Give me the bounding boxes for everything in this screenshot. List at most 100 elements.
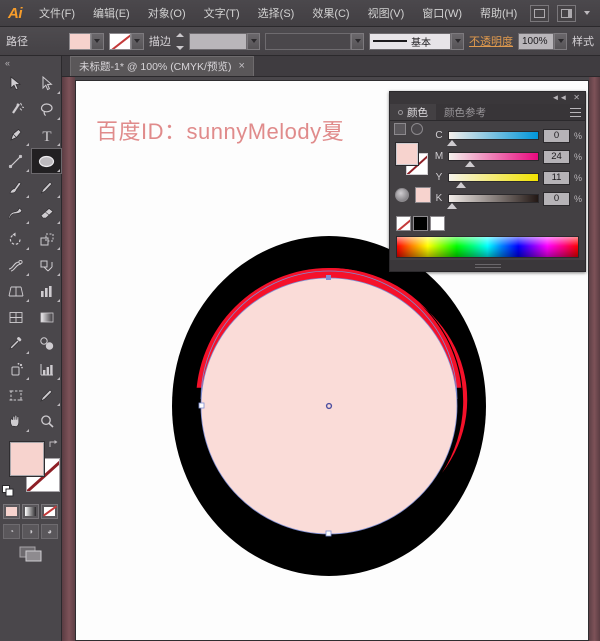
change-screen-mode-icon[interactable]: [0, 546, 61, 562]
slider-track-m[interactable]: [448, 152, 539, 167]
menu-file[interactable]: 文件(F): [30, 0, 84, 27]
opacity-dropdown-icon[interactable]: [554, 32, 567, 50]
width-tool[interactable]: [0, 252, 31, 278]
stroke-profile-control[interactable]: [265, 32, 364, 50]
blend-tool[interactable]: [31, 330, 62, 356]
swap-fill-stroke-icon[interactable]: [411, 123, 423, 135]
menu-select[interactable]: 选择(S): [249, 0, 304, 27]
close-icon[interactable]: ×: [238, 61, 244, 72]
fill-color-control[interactable]: [68, 32, 104, 50]
panel-menu-icon[interactable]: [570, 108, 581, 117]
document-tab[interactable]: 未标题-1* @ 100% (CMYK/预览) ×: [70, 56, 254, 76]
mesh-tool[interactable]: [0, 304, 31, 330]
bridge-icon[interactable]: [530, 4, 549, 22]
default-fill-stroke-icon[interactable]: [2, 485, 14, 497]
slider-value-k[interactable]: 0: [543, 191, 570, 206]
menu-view[interactable]: 视图(V): [359, 0, 414, 27]
paintbrush-tool[interactable]: [0, 174, 31, 200]
swap-fill-stroke-icon[interactable]: [48, 439, 59, 450]
stroke-weight-dropdown-icon[interactable]: [247, 32, 260, 50]
tab-color[interactable]: 颜色: [390, 104, 436, 120]
slider-thumb-y[interactable]: [455, 182, 466, 188]
panel-resize-grip[interactable]: [390, 260, 585, 271]
brush-definition-box[interactable]: 基本: [369, 32, 451, 50]
eraser-tool[interactable]: [31, 200, 62, 226]
styles-label[interactable]: 样式: [572, 33, 594, 49]
magic-wand-tool[interactable]: [0, 96, 31, 122]
slider-track-y[interactable]: [448, 173, 539, 188]
menu-type[interactable]: 文字(T): [195, 0, 249, 27]
stroke-profile-input[interactable]: [265, 32, 351, 50]
color-spectrum-ramp[interactable]: [396, 236, 579, 258]
stroke-weight-control[interactable]: [189, 32, 260, 50]
fullscreen-menubar-mode-button[interactable]: ◑: [22, 524, 39, 539]
artboard-tool[interactable]: [0, 382, 31, 408]
color-panel[interactable]: ◄◄ ✕ 颜色 颜色参考 C 0 % M 24 % Y 11 % K 0 %: [389, 91, 586, 272]
hand-tool[interactable]: [0, 408, 31, 434]
graph-tool[interactable]: [31, 278, 62, 304]
right-scrollbar[interactable]: [589, 77, 600, 641]
zoom-tool[interactable]: [31, 408, 62, 434]
direct-selection-tool[interactable]: [31, 70, 62, 96]
pen-tool[interactable]: [0, 122, 31, 148]
line-segment-tool[interactable]: [0, 148, 31, 174]
color-mode-button[interactable]: [3, 504, 20, 519]
gradient-mode-button[interactable]: [22, 504, 39, 519]
current-color-swatch[interactable]: [415, 187, 431, 203]
slider-track-c[interactable]: [446, 131, 539, 146]
menu-window[interactable]: 窗口(W): [413, 0, 471, 27]
slider-value-m[interactable]: 24: [543, 149, 570, 164]
collapse-panel-icon[interactable]: «: [0, 56, 61, 70]
none-color-icon[interactable]: [395, 188, 409, 202]
menu-edit[interactable]: 编辑(E): [84, 0, 139, 27]
fill-dropdown-icon[interactable]: [90, 32, 104, 50]
menu-effect[interactable]: 效果(C): [303, 0, 358, 27]
stroke-swatch-none-icon[interactable]: [108, 32, 131, 50]
opacity-input[interactable]: 100%: [518, 32, 554, 50]
perspective-grid-tool[interactable]: [0, 278, 31, 304]
opacity-control[interactable]: 100%: [518, 32, 567, 50]
tab-color-guide[interactable]: 颜色参考: [436, 104, 494, 120]
swatch-black[interactable]: [413, 216, 428, 231]
collapse-icon[interactable]: ◄◄: [551, 94, 567, 102]
brush-definition-control[interactable]: 基本: [369, 32, 464, 50]
slider-track-k[interactable]: [446, 194, 539, 209]
slider-thumb-c[interactable]: [446, 140, 457, 146]
type-tool[interactable]: T: [31, 122, 62, 148]
stroke-weight-stepper[interactable]: [175, 32, 184, 50]
none-mode-button[interactable]: [41, 504, 58, 519]
normal-screen-mode-button[interactable]: ◔: [3, 524, 20, 539]
toolbar-fill-swatch[interactable]: [10, 442, 44, 476]
stroke-color-control[interactable]: [108, 32, 144, 50]
pencil-tool[interactable]: [31, 174, 62, 200]
gradient-tool[interactable]: [31, 304, 62, 330]
slice-tool[interactable]: [31, 382, 62, 408]
opacity-label[interactable]: 不透明度: [469, 33, 513, 49]
swatch-white[interactable]: [430, 216, 445, 231]
column-graph-tool[interactable]: [31, 356, 62, 382]
stroke-weight-input[interactable]: [189, 32, 247, 50]
close-icon[interactable]: ✕: [573, 94, 580, 102]
slider-thumb-k[interactable]: [446, 203, 457, 209]
slider-thumb-m[interactable]: [465, 161, 476, 167]
brush-dropdown-icon[interactable]: [451, 32, 464, 50]
selection-tool[interactable]: [0, 70, 31, 96]
rotate-tool[interactable]: [0, 226, 31, 252]
fill-indicator-icon[interactable]: [394, 123, 406, 135]
fullscreen-mode-button[interactable]: ◕: [41, 524, 58, 539]
stroke-profile-dropdown-icon[interactable]: [351, 32, 364, 50]
slider-value-y[interactable]: 11: [543, 170, 570, 185]
fill-swatch[interactable]: [68, 32, 91, 50]
arrange-documents-icon[interactable]: [557, 4, 576, 22]
menu-object[interactable]: 对象(O): [139, 0, 195, 27]
slider-value-c[interactable]: 0: [543, 128, 570, 143]
ellipse-tool[interactable]: [31, 148, 62, 174]
eyedropper-tool[interactable]: [0, 330, 31, 356]
artwork-heading-text[interactable]: 百度ID：sunnyMelody夏: [96, 114, 344, 146]
menu-help[interactable]: 帮助(H): [471, 0, 526, 27]
shape-builder-tool[interactable]: [31, 252, 62, 278]
lasso-tool[interactable]: [31, 96, 62, 122]
scale-tool[interactable]: [31, 226, 62, 252]
panel-fill-swatch[interactable]: [396, 143, 418, 165]
blob-brush-tool[interactable]: [0, 200, 31, 226]
